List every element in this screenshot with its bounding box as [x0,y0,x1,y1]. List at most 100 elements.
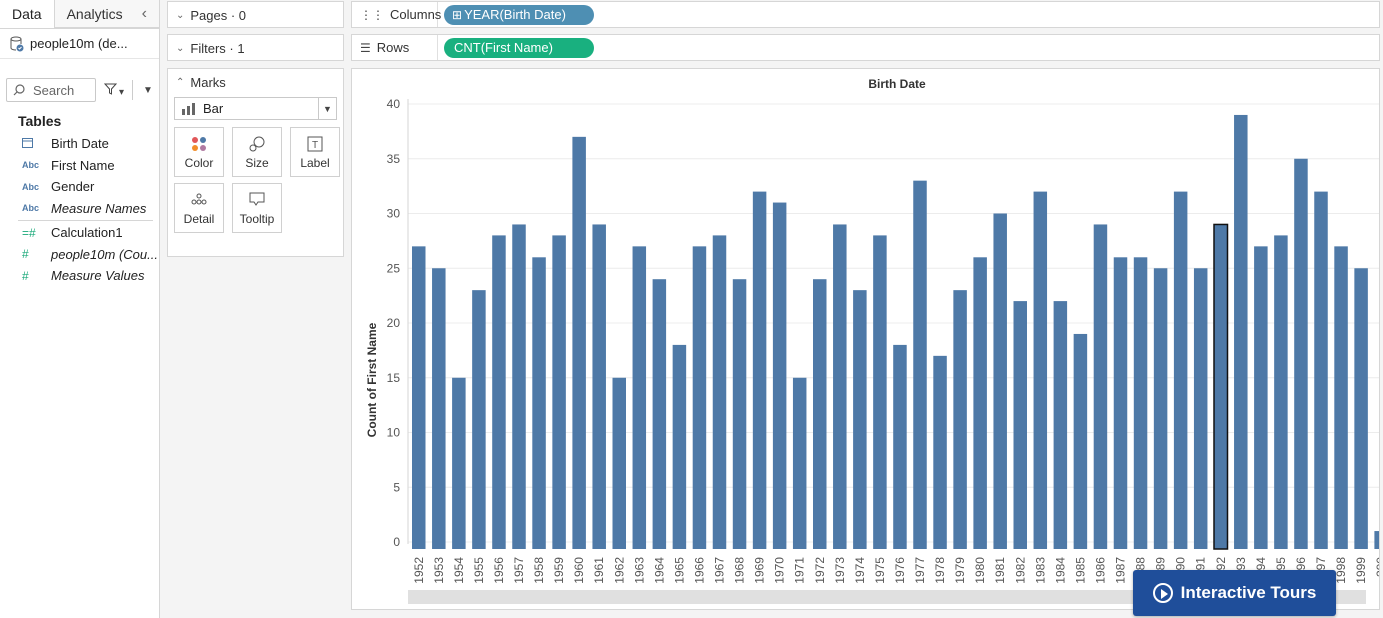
bar-1988[interactable] [1133,257,1148,549]
field-item[interactable]: =# Calculation1 [0,222,159,244]
datasource-item[interactable]: people10m (de... [0,29,159,59]
bar-1974[interactable] [853,290,867,549]
text-label-icon: T [307,136,323,152]
bar-1965[interactable] [672,344,687,549]
search-input[interactable]: Search [6,78,96,102]
bar-1954[interactable] [452,377,466,549]
bar-1966[interactable] [692,246,707,549]
bar-1969[interactable] [752,191,767,549]
bar-1981[interactable] [993,213,1007,550]
bar-1967[interactable] [712,235,727,549]
tooltip-button[interactable]: Tooltip [232,183,282,233]
size-button[interactable]: Size [232,127,282,177]
bar-1973[interactable] [833,224,847,549]
more-options-icon[interactable]: ▼ [143,85,153,96]
bar-1999[interactable] [1354,268,1368,549]
x-tick-label: 200 [1374,557,1380,577]
field-label: Gender [51,179,95,195]
bar-1975[interactable] [873,235,887,549]
field-list: Birth Date Abc First Name Abc Gender Abc Measu… [0,133,159,287]
chevron-up-icon[interactable]: ⌃ [176,77,184,88]
pages-label: Pages · 0 [190,7,247,23]
expand-plus-icon[interactable]: ⊞ [452,8,462,22]
bar-1990[interactable] [1173,191,1188,549]
chevron-down-icon[interactable]: ⌄ [176,43,184,54]
bar-1985[interactable] [1073,333,1088,549]
dropdown-arrow-icon[interactable]: ▼ [318,98,336,119]
field-item[interactable]: # people10m (Cou... [0,244,159,266]
bar-1987[interactable] [1113,257,1128,549]
bar-1976[interactable] [893,344,907,549]
bar-1994[interactable] [1254,246,1268,549]
bar-1964[interactable] [652,279,667,549]
bar-1960[interactable] [572,136,586,549]
bar-1968[interactable] [732,279,747,549]
rows-pill[interactable]: CNT(First Name) [444,37,594,58]
tab-analytics[interactable]: Analytics ‹ [54,0,159,28]
x-tick-label: 1986 [1093,557,1107,584]
columns-pill[interactable]: ⊞ YEAR(Birth Date) [444,4,594,25]
bar-1972[interactable] [813,279,827,549]
y-tick-label: 40 [387,97,401,111]
bar-1984[interactable] [1053,301,1068,549]
field-item[interactable]: # Measure Values [0,265,159,287]
y-tick-label: 35 [387,152,401,166]
bar-1986[interactable] [1093,224,1108,549]
data-pane: Data Analytics ‹ people10m (de... Search… [0,0,160,618]
columns-shelf[interactable]: ⋮⋮ Columns ⊞ YEAR(Birth Date) [351,1,1380,28]
x-tick-label: 1969 [753,557,767,584]
bar-1989[interactable] [1153,268,1168,549]
bar-1996[interactable] [1294,158,1308,549]
bar-1955[interactable] [472,290,486,549]
bar-1958[interactable] [532,257,546,549]
bar-1952[interactable] [412,246,426,549]
bar-1959[interactable] [552,235,566,549]
bar-1993[interactable] [1234,114,1248,549]
bar-1983[interactable] [1033,191,1048,549]
bar-1997[interactable] [1314,191,1328,549]
filters-card[interactable]: ⌄ Filters · 1 [167,34,344,61]
bar-1957[interactable] [512,224,526,549]
color-button[interactable]: Color [174,127,224,177]
bar-1977[interactable] [913,180,927,549]
bar-1992[interactable] [1213,223,1229,550]
y-tick-label: 5 [393,480,400,494]
funnel-icon [103,83,118,95]
label-button[interactable]: T Label [290,127,340,177]
mark-type-dropdown[interactable]: Bar ▼ [174,97,337,120]
bar-1978[interactable] [933,355,947,549]
x-tick-label: 1976 [893,557,907,584]
bar-1953[interactable] [432,268,446,549]
bar-1995[interactable] [1274,235,1288,549]
bar-1979[interactable] [953,290,967,549]
field-item[interactable]: Abc Measure Names [0,198,159,220]
rows-shelf[interactable]: ☰ Rows CNT(First Name) [351,34,1380,61]
x-tick-label: 91 [1194,557,1208,571]
string-type-icon: Abc [22,203,40,214]
collapse-pane-icon[interactable]: ‹ [142,5,147,23]
bar-1962[interactable] [612,377,627,549]
bar-2000[interactable] [1374,531,1380,549]
field-item[interactable]: Abc Gender [0,176,159,198]
field-item[interactable]: Birth Date [0,133,159,155]
x-tick-label: 1956 [492,557,506,584]
bar-1980[interactable] [973,257,987,549]
bar-1956[interactable] [492,235,506,549]
tab-analytics-label: Analytics [66,5,123,22]
tab-data[interactable]: Data [0,0,55,28]
chevron-down-icon[interactable]: ⌄ [176,10,184,21]
bar-1963[interactable] [632,246,647,549]
bar-1970[interactable] [772,202,787,550]
interactive-tours-button[interactable]: Interactive Tours [1133,570,1336,616]
bar-1982[interactable] [1013,301,1028,549]
bar-1991[interactable] [1193,268,1208,549]
bar-1998[interactable] [1334,246,1348,549]
field-item[interactable]: Abc First Name [0,155,159,177]
bar-1971[interactable] [792,377,807,549]
filter-fields-button[interactable]: ▾ [103,83,124,98]
y-tick-label: 30 [387,207,401,221]
string-type-icon: Abc [22,181,40,192]
bar-1961[interactable] [592,224,606,549]
pages-card[interactable]: ⌄ Pages · 0 [167,1,344,28]
detail-button[interactable]: Detail [174,183,224,233]
